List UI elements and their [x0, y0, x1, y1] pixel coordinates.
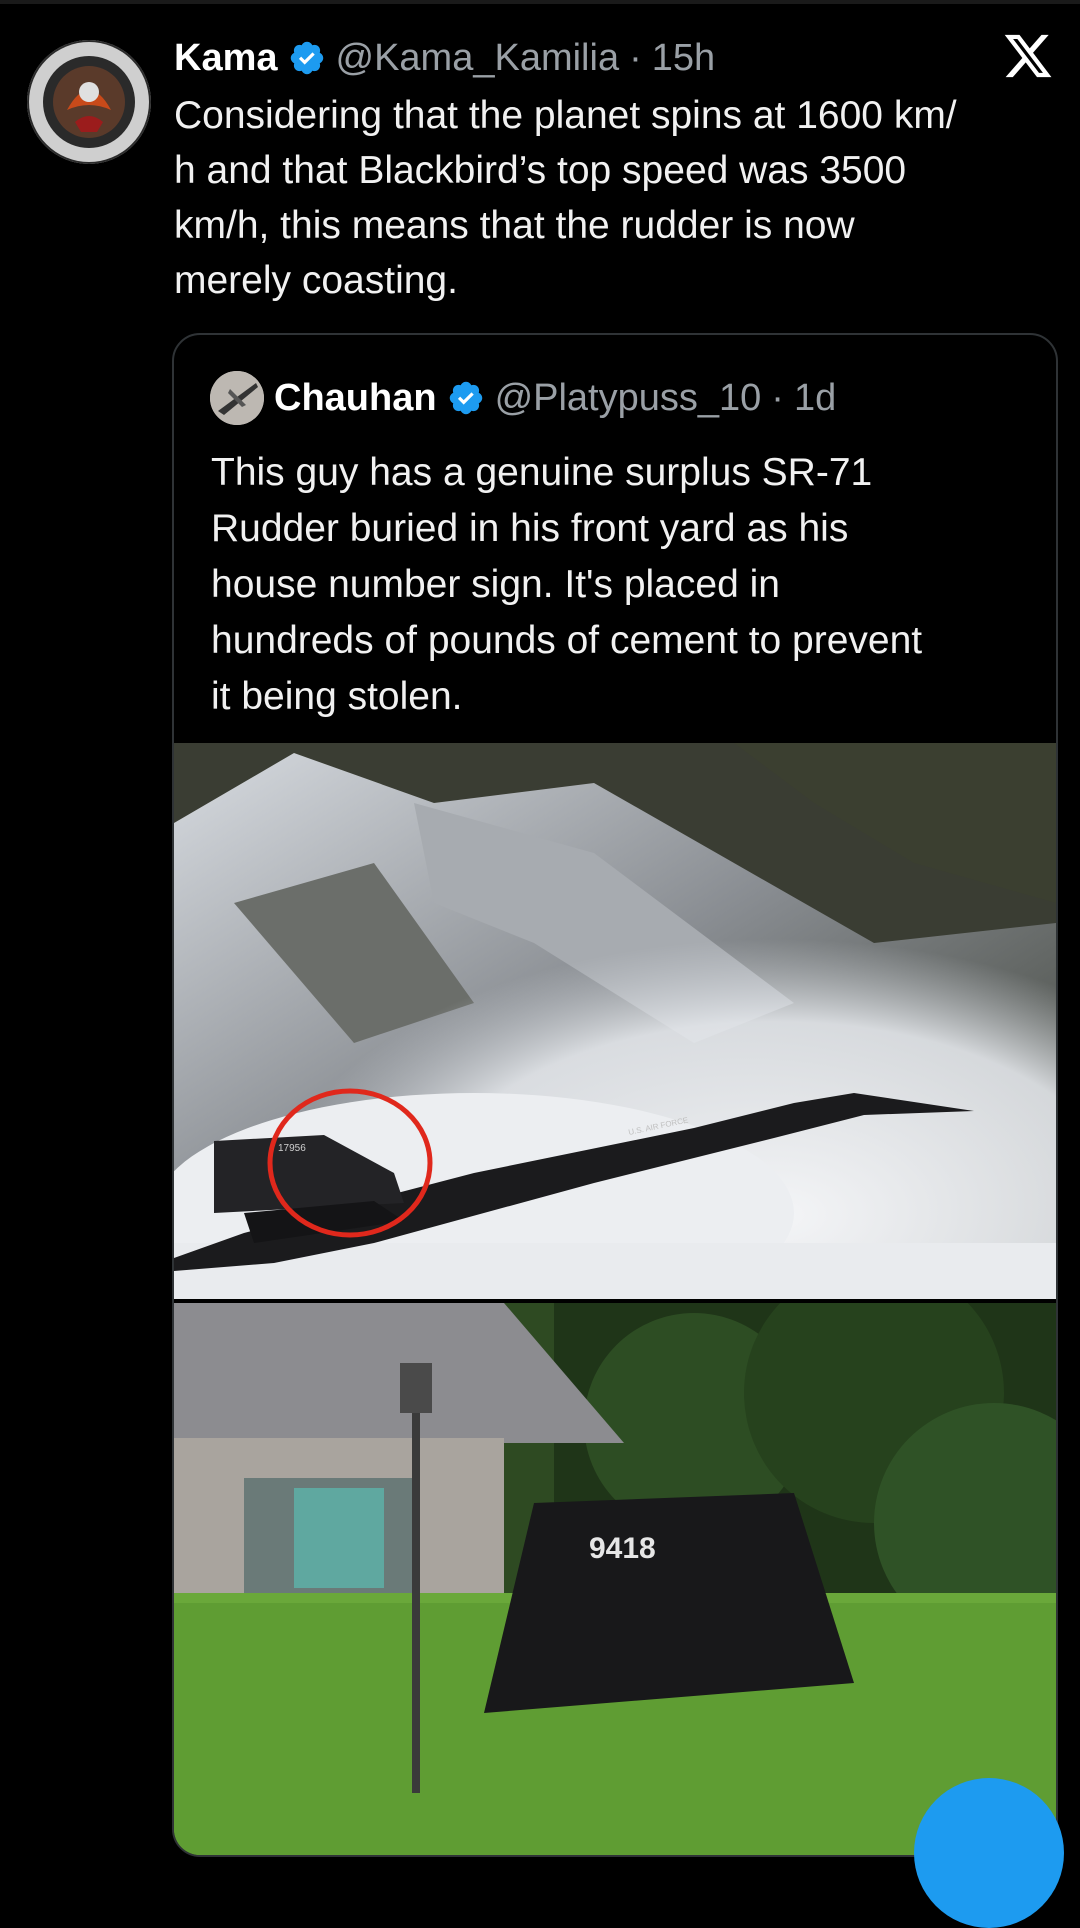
verified-badge-icon	[449, 381, 482, 415]
author-handle[interactable]: @Kama_Kamilia	[336, 37, 620, 80]
tweet-timestamp[interactable]: 15h	[652, 37, 715, 80]
quoted-author-name[interactable]: Chauhan	[274, 377, 437, 420]
front-yard-rudder-photo[interactable]: 9418	[174, 1303, 1056, 1855]
aircraft-avatar-graphic	[210, 371, 264, 425]
quoted-tweet-header: Chauhan @Platypuss_10 · 1d	[210, 371, 836, 425]
verified-badge-icon	[290, 41, 323, 75]
rudder-house-number-image: 9418	[174, 1303, 1056, 1855]
tweet-text: Considering that the planet spins at 160…	[174, 94, 957, 302]
x-logo-icon[interactable]	[1002, 30, 1054, 82]
top-divider	[0, 0, 1080, 4]
quoted-author-avatar[interactable]	[210, 371, 264, 425]
sr71-flight-photo[interactable]: 17956 U.S. AIR FORCE	[174, 743, 1056, 1299]
quoted-tweet-card[interactable]: Chauhan @Platypuss_10 · 1d This guy has …	[172, 333, 1058, 1857]
separator-dot: ·	[771, 376, 784, 419]
author-name[interactable]: Kama	[174, 37, 278, 80]
author-avatar[interactable]	[27, 40, 151, 164]
compose-fab-button[interactable]	[914, 1778, 1064, 1928]
separator-dot: ·	[629, 36, 642, 79]
avatar-badge-graphic	[29, 42, 149, 162]
house-number-text: 9418	[589, 1532, 656, 1565]
quoted-tweet-timestamp[interactable]: 1d	[794, 377, 836, 420]
tweet-header: Kama @Kama_Kamilia · 15h	[174, 32, 715, 84]
sr71-over-mountain-image: 17956 U.S. AIR FORCE	[174, 743, 1056, 1299]
tail-number-label: 17956	[278, 1143, 306, 1154]
quoted-author-handle[interactable]: @Platypuss_10	[495, 377, 762, 420]
quoted-tweet-text: This guy has a genuine surplus SR-71 Rud…	[211, 451, 923, 718]
